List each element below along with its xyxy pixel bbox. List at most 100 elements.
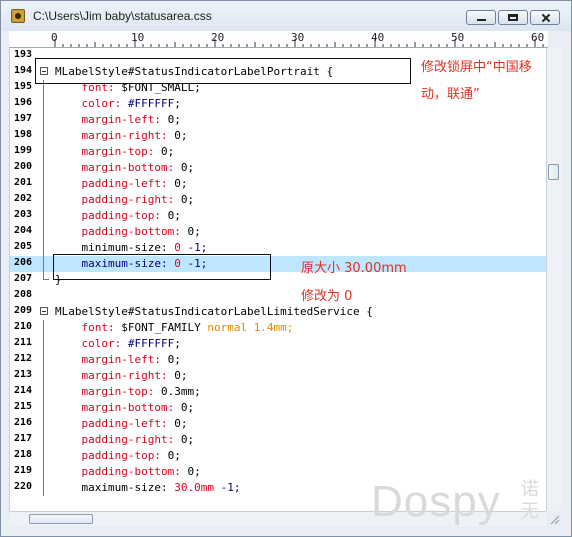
code-token: color:: [55, 97, 128, 110]
code-token: -1;: [220, 481, 241, 494]
title-bar[interactable]: C:\Users\Jim baby\statusarea.css: [1, 1, 571, 31]
line-number: 199: [14, 145, 33, 156]
line-number: 215: [14, 401, 33, 412]
code-line[interactable]: 200 margin-bottom: 0;: [10, 160, 547, 176]
fold-guide-line: [43, 400, 44, 416]
line-number: 211: [14, 337, 33, 348]
fold-guide-line: [43, 448, 44, 464]
code-text: margin-right: 0;: [55, 129, 187, 142]
code-text: padding-bottom: 0;: [55, 465, 201, 478]
code-token: 0;: [180, 161, 195, 174]
code-token: margin-left:: [55, 113, 168, 126]
code-token: MLabelStyle#StatusIndicatorLabelLimitedS…: [55, 305, 367, 318]
line-number: 206: [14, 257, 33, 268]
code-line[interactable]: 213 margin-right: 0;: [10, 368, 547, 384]
column-ruler: 0 10 20 30 40 50 60: [9, 31, 548, 48]
maximize-button[interactable]: [498, 10, 528, 25]
code-line[interactable]: 209 MLabelStyle#StatusIndicatorLabelLimit…: [10, 304, 547, 320]
code-line[interactable]: 215 margin-bottom: 0;: [10, 400, 547, 416]
code-token: padding-bottom:: [55, 225, 188, 238]
code-token: padding-right:: [55, 433, 181, 446]
maximize-icon: [499, 11, 527, 24]
code-token: #FFFFFF: [127, 97, 175, 110]
line-number: 202: [14, 193, 33, 204]
code-token: margin-top:: [55, 385, 161, 398]
code-token: margin-bottom:: [55, 401, 181, 414]
fold-guide-line: [43, 160, 44, 176]
code-line[interactable]: 203 padding-top: 0;: [10, 208, 547, 224]
code-token: 0;: [160, 145, 175, 158]
close-button[interactable]: [530, 10, 560, 25]
code-line[interactable]: 197 margin-left: 0;: [10, 112, 547, 128]
fold-guide-line: [43, 224, 44, 240]
line-number: 217: [14, 433, 33, 444]
code-line[interactable]: 216 padding-left: 0;: [10, 416, 547, 432]
code-text: padding-top: 0;: [55, 209, 180, 222]
code-line[interactable]: 199 margin-top: 0;: [10, 144, 547, 160]
code-token: 30.0mm: [174, 481, 221, 494]
code-token: 0.3mm;: [160, 385, 201, 398]
line-number: 201: [14, 177, 33, 188]
code-token: padding-left:: [55, 177, 175, 190]
code-line[interactable]: 201 padding-left: 0;: [10, 176, 547, 192]
horizontal-scroll-thumb[interactable]: [29, 514, 93, 524]
code-text: padding-top: 0;: [55, 449, 180, 462]
line-number: 203: [14, 209, 33, 220]
vertical-scroll-thumb[interactable]: [548, 164, 559, 180]
code-line[interactable]: 218 padding-top: 0;: [10, 448, 547, 464]
ruler-label: 60: [531, 31, 545, 44]
vertical-scrollbar[interactable]: [546, 48, 561, 511]
code-line[interactable]: 202 padding-right: 0;: [10, 192, 547, 208]
ruler-label: 0: [51, 31, 58, 44]
line-number: 209: [14, 305, 33, 316]
code-line[interactable]: 204 padding-bottom: 0;: [10, 224, 547, 240]
code-token: #FFFFFF: [127, 337, 175, 350]
code-line[interactable]: 217 padding-right: 0;: [10, 432, 547, 448]
close-icon: [531, 11, 559, 24]
code-token: ;: [174, 97, 181, 110]
code-text: padding-right: 0;: [55, 193, 194, 206]
fold-end-marker: [43, 272, 49, 280]
code-token: {: [366, 305, 373, 318]
fold-collapse-icon[interactable]: [40, 307, 48, 315]
code-line[interactable]: 214 margin-top: 0.3mm;: [10, 384, 547, 400]
fold-guide-line: [43, 128, 44, 144]
line-number: 198: [14, 129, 33, 140]
watermark-side-text: 诺 无: [521, 479, 539, 523]
annotation-note-2-line-2: 修改为 0: [301, 289, 353, 304]
annotation-note-1-line-2: 动，联通”: [421, 87, 480, 102]
code-text: padding-left: 0;: [55, 177, 187, 190]
code-text: margin-top: 0;: [55, 145, 174, 158]
code-line[interactable]: 212 margin-left: 0;: [10, 352, 547, 368]
fold-guide-line: [43, 96, 44, 112]
code-token: margin-right:: [55, 129, 175, 142]
annotation-note-2-line-1: 原大小 30.00mm: [301, 261, 407, 276]
line-number: 205: [14, 241, 33, 252]
resize-grip-icon[interactable]: [548, 513, 560, 525]
watermark-side-line-1: 诺: [521, 479, 539, 500]
code-token: 0;: [187, 465, 201, 478]
code-text: margin-right: 0;: [55, 369, 187, 382]
line-number: 208: [14, 289, 33, 300]
code-line[interactable]: 198 margin-right: 0;: [10, 128, 547, 144]
code-text: padding-left: 0;: [55, 417, 187, 430]
code-token: margin-top:: [55, 145, 161, 158]
code-token: margin-bottom:: [55, 161, 181, 174]
code-text: margin-bottom: 0;: [55, 161, 194, 174]
code-token: 0;: [174, 129, 188, 142]
code-line[interactable]: 208: [10, 288, 547, 304]
code-token: padding-top:: [55, 209, 168, 222]
line-number: 220: [14, 481, 33, 492]
code-text: color: #FFFFFF;: [55, 97, 181, 110]
minimize-button[interactable]: [466, 10, 496, 25]
code-text: padding-right: 0;: [55, 433, 194, 446]
code-token: 0;: [180, 433, 195, 446]
fold-guide-line: [43, 384, 44, 400]
code-line[interactable]: 210 font: $FONT_FAMILY normal 1.4mm;: [10, 320, 547, 336]
ruler-label: 30: [291, 31, 305, 44]
code-token: 0;: [180, 193, 195, 206]
code-line[interactable]: 211 color: #FFFFFF;: [10, 336, 547, 352]
ruler-label: 20: [211, 31, 225, 44]
line-number: 207: [14, 273, 33, 284]
fold-guide-line: [43, 336, 44, 352]
